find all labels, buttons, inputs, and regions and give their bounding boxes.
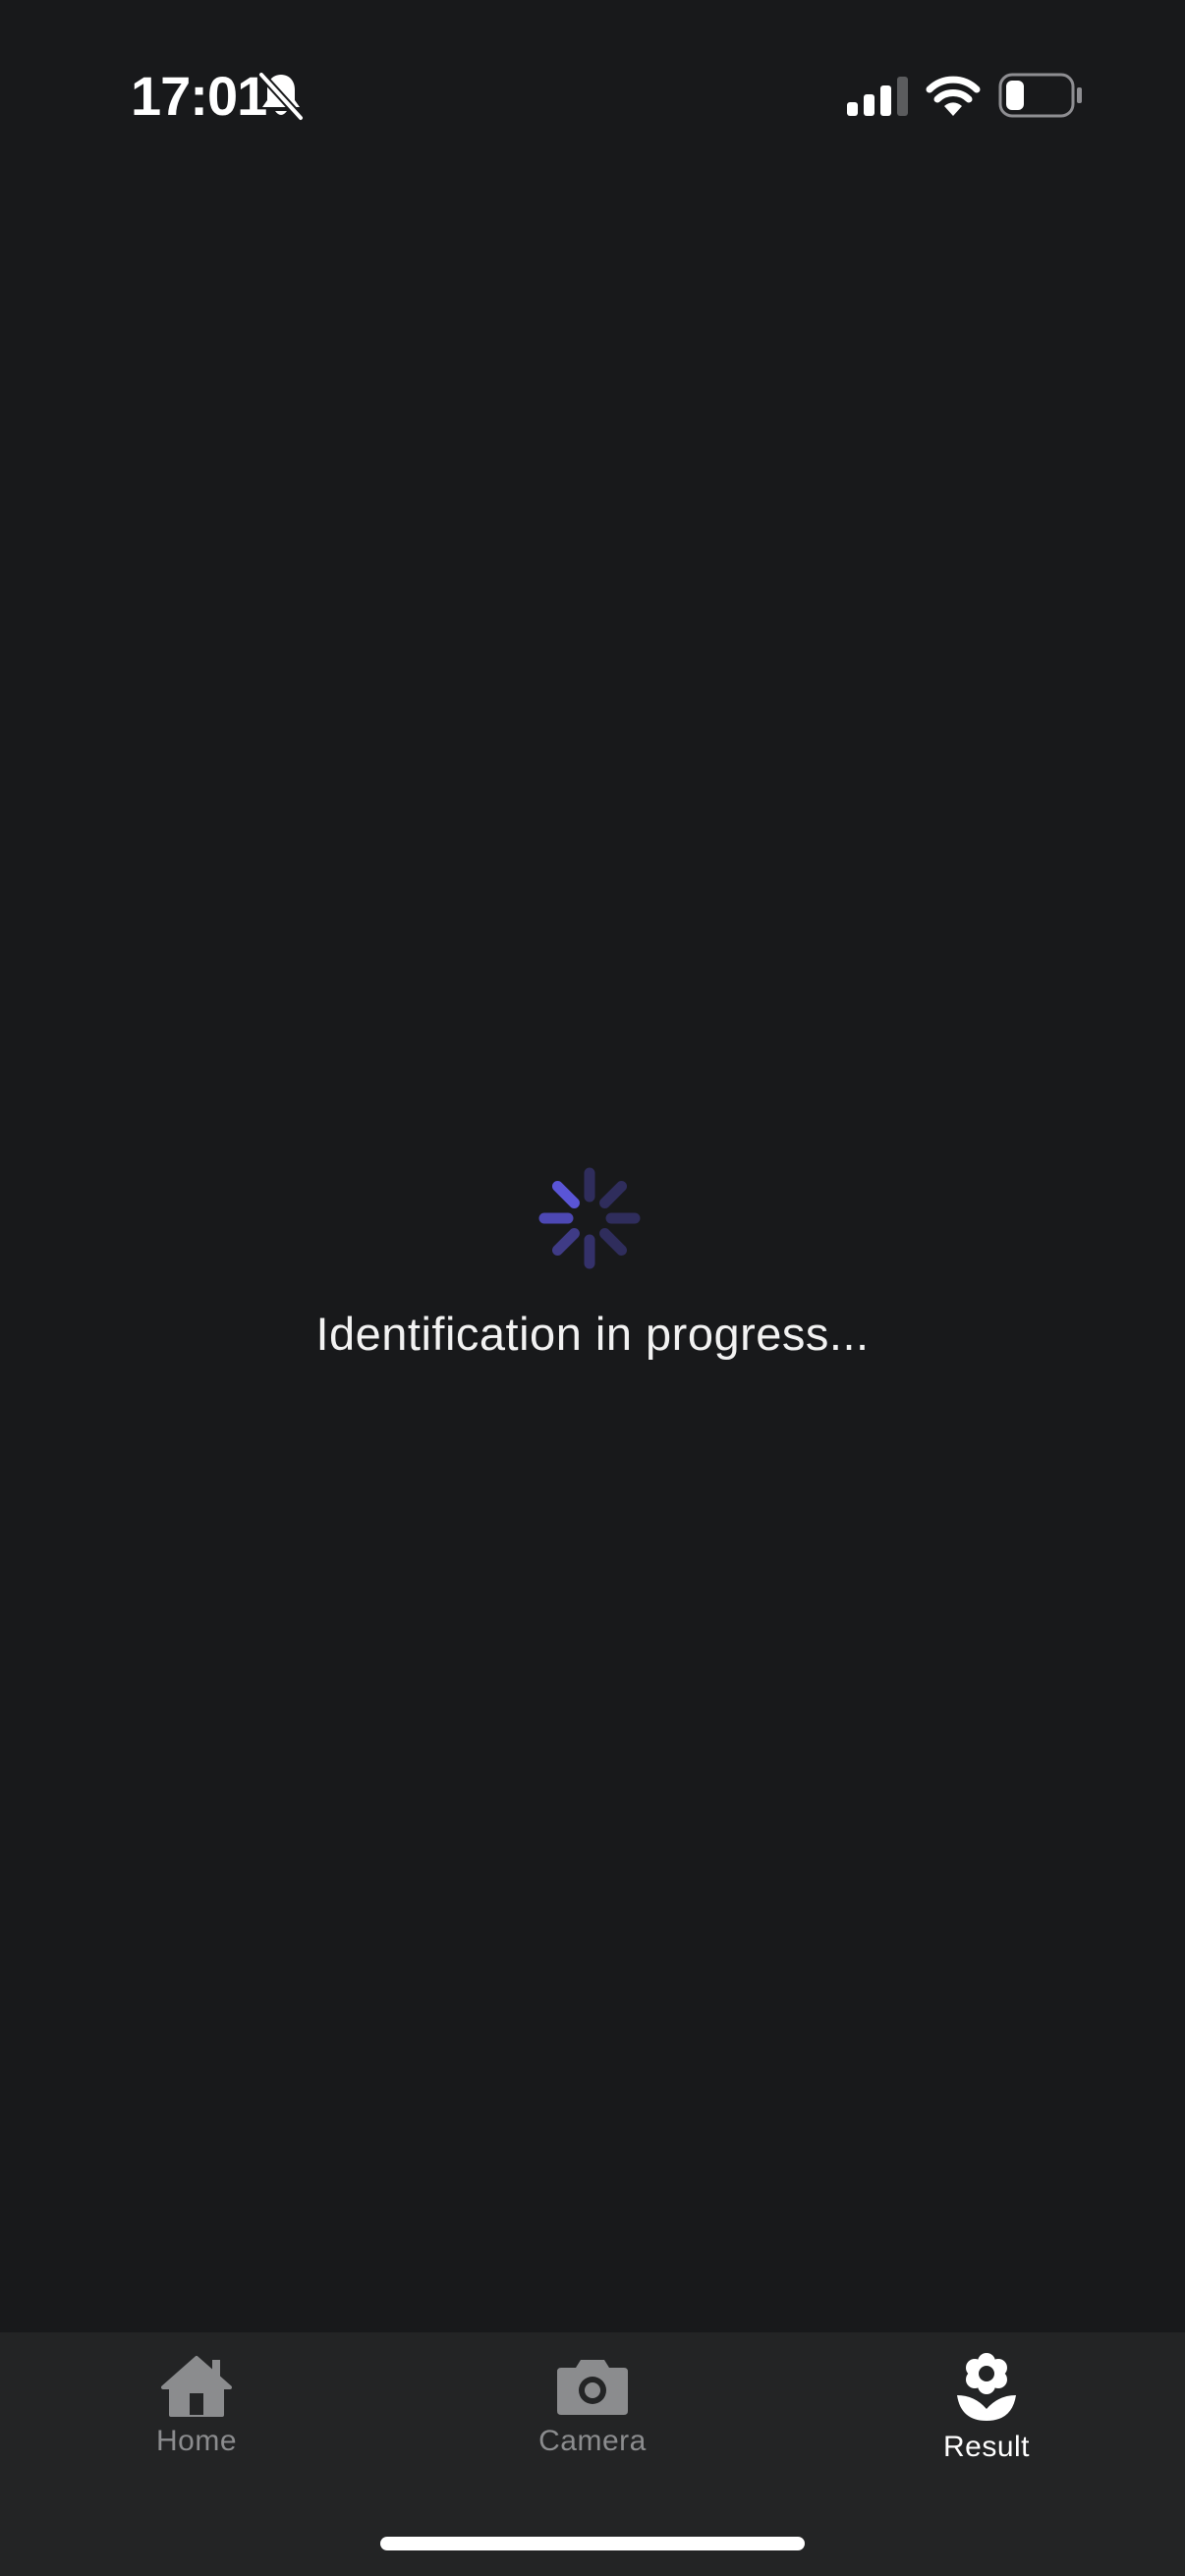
tab-result-label: Result <box>942 2431 1031 2463</box>
wifi-icon <box>926 76 981 116</box>
camera-icon <box>557 2360 628 2415</box>
tab-result[interactable]: Result <box>839 2352 1134 2490</box>
status-time: 17:01 <box>131 65 267 127</box>
loading-indicator: Identification in progress... <box>0 1159 1185 1395</box>
home-indicator[interactable] <box>380 2537 805 2550</box>
home-icon <box>161 2356 232 2417</box>
activity-spinner-icon <box>538 1167 641 1269</box>
tab-camera-label: Camera <box>538 2425 647 2457</box>
identification-screen: 17:01 Identification in progress... Home… <box>0 0 1185 2576</box>
tab-camera[interactable]: Camera <box>445 2352 740 2490</box>
battery-icon <box>998 73 1082 118</box>
tab-home-label: Home <box>155 2425 238 2457</box>
loading-message: Identification in progress... <box>315 1308 870 1360</box>
flower-icon <box>957 2353 1016 2421</box>
status-bar: 17:01 <box>0 0 1185 187</box>
tab-home[interactable]: Home <box>49 2352 344 2490</box>
cellular-signal-icon <box>847 77 908 116</box>
mute-bell-icon <box>258 72 304 121</box>
